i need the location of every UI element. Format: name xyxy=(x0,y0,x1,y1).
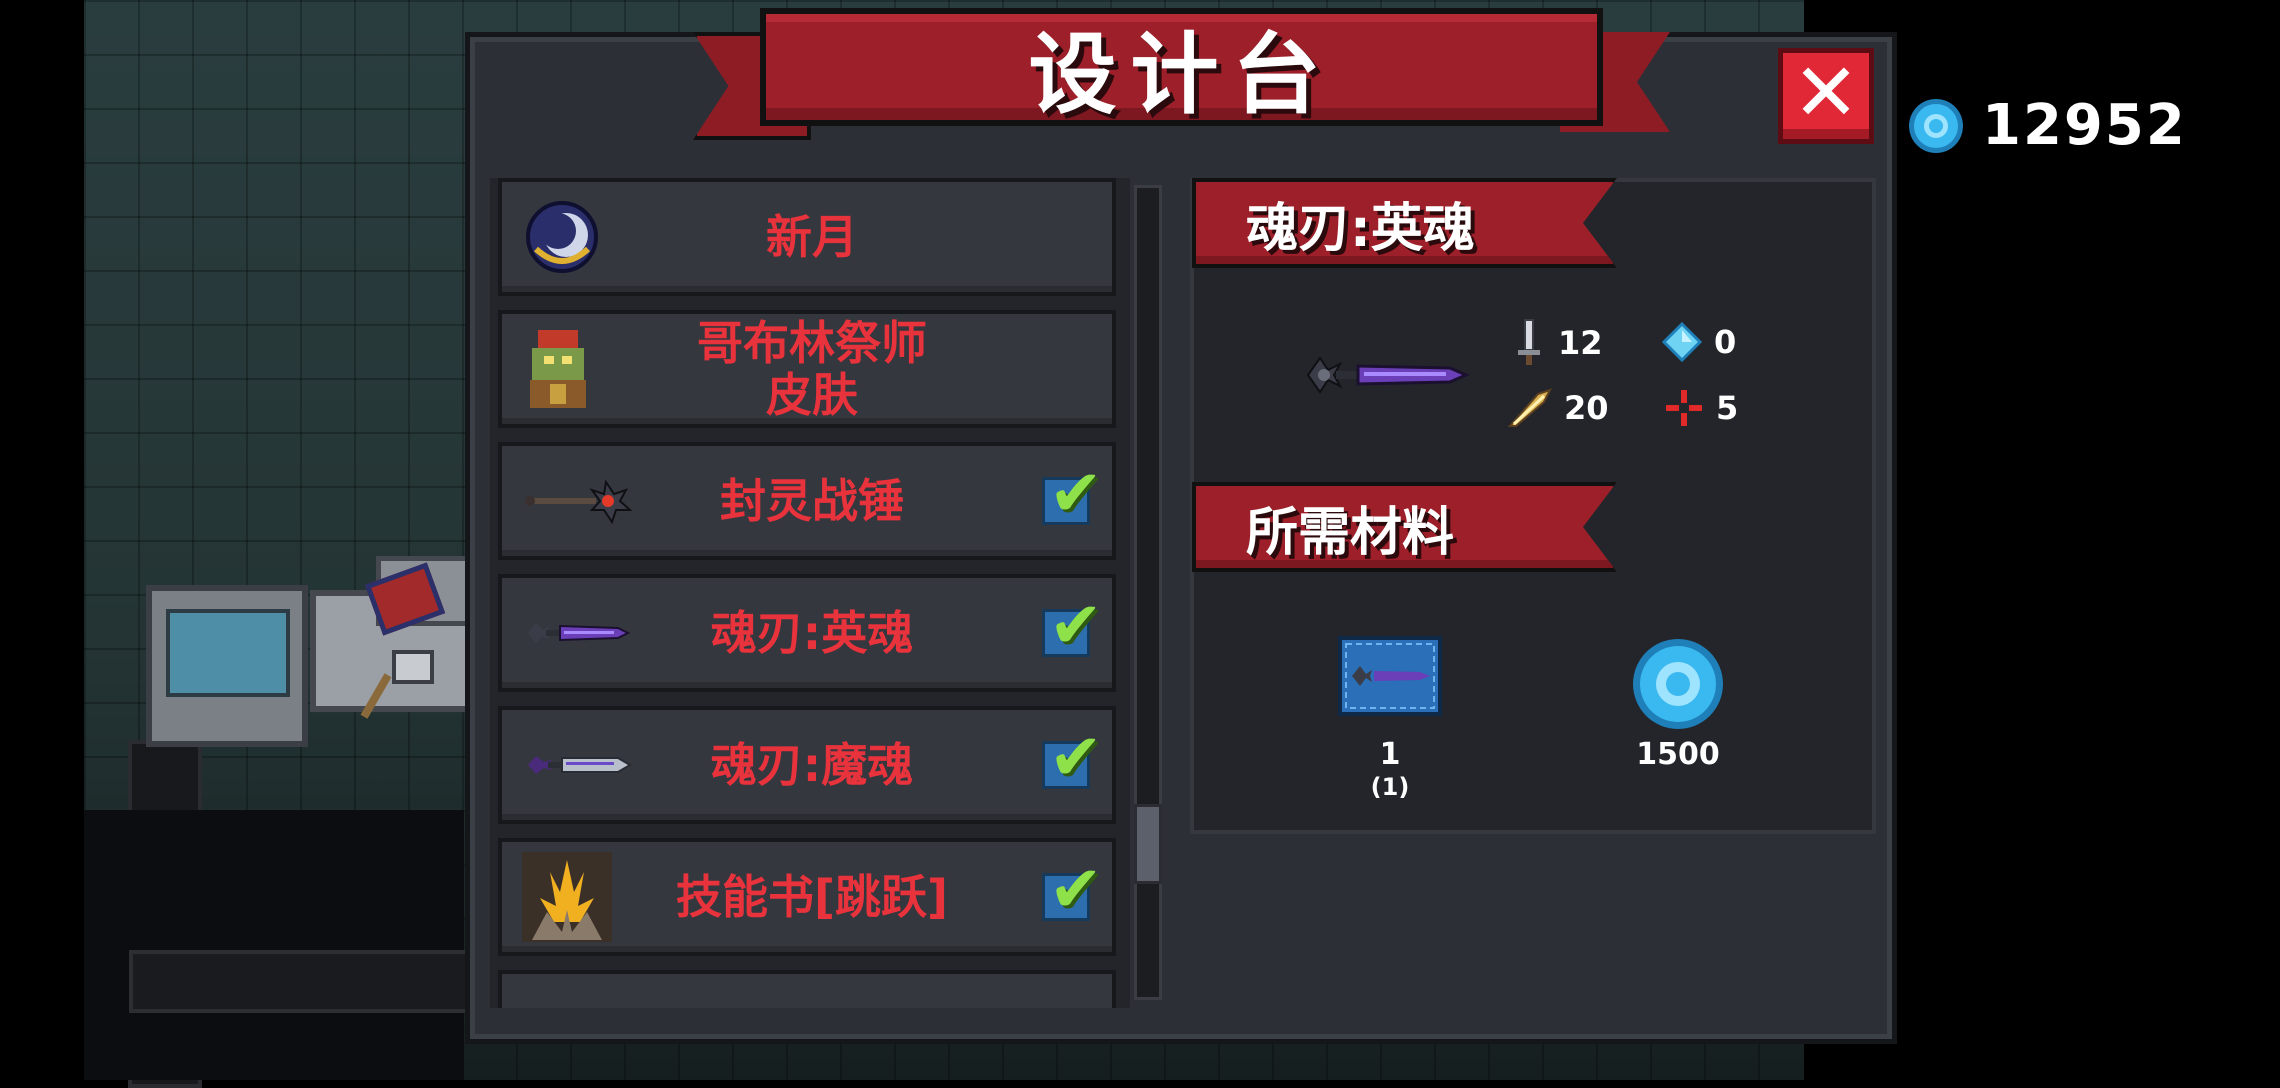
attack-stat: 12 xyxy=(1512,318,1603,368)
list-item[interactable]: 新月 xyxy=(498,178,1116,296)
crosshair-icon xyxy=(1666,390,1702,426)
wall-bottom xyxy=(84,810,472,1080)
item-label: 新月 xyxy=(766,210,858,264)
computer-monitor xyxy=(146,585,308,747)
crit-stat: 20 xyxy=(1508,388,1609,428)
check-icon: ✔ xyxy=(1049,457,1103,531)
page-title: 设计台 xyxy=(1028,22,1335,126)
crit-feather-icon xyxy=(1508,388,1552,427)
wall-ledge xyxy=(129,950,472,1013)
owned-checkbox: ✔ xyxy=(1042,858,1103,922)
goblin-priest-icon xyxy=(530,330,586,408)
energy-stat: 0 xyxy=(1662,322,1736,362)
crescent-moon-icon xyxy=(526,201,598,273)
blueprint-count: 1 xyxy=(1379,737,1401,772)
materials-title: 所需材料 xyxy=(1246,502,1455,563)
energy-value: 0 xyxy=(1714,323,1737,361)
owned-checkbox: ✔ xyxy=(1042,726,1103,790)
item-label: 封灵战锤 xyxy=(720,474,904,528)
close-icon: ✕ xyxy=(1792,46,1860,139)
list-item[interactable]: 魂刃:英魂 ✔ xyxy=(498,574,1116,692)
item-name-ribbon: 魂刃:英魂 xyxy=(1192,178,1617,268)
item-label: 魂刃:魔魂 xyxy=(710,738,914,792)
gem-icon xyxy=(1909,99,1963,153)
item-label: 魂刃:英魂 xyxy=(710,606,914,660)
energy-crystal-icon xyxy=(1662,322,1702,362)
accuracy-value: 5 xyxy=(1716,389,1739,427)
list-item[interactable]: 技能书[跳跃] ✔ xyxy=(498,838,1116,956)
owned-checkbox: ✔ xyxy=(1042,594,1103,658)
item-label: 技能书[跳跃] xyxy=(675,870,949,924)
check-icon: ✔ xyxy=(1049,853,1103,927)
currency-amount: 12952 xyxy=(1982,93,2187,158)
title-banner: 设计台 xyxy=(760,8,1603,126)
materials-ribbon: 所需材料 xyxy=(1192,482,1617,572)
owned-checkbox: ✔ xyxy=(1042,462,1103,526)
skill-book-jump-icon xyxy=(522,852,612,942)
list-item[interactable] xyxy=(498,970,1116,1008)
soul-blade-preview-icon xyxy=(1306,356,1470,394)
accuracy-stat: 5 xyxy=(1664,388,1738,428)
hammer-icon xyxy=(392,650,434,684)
check-icon: ✔ xyxy=(1049,721,1103,795)
list-item[interactable]: 封灵战锤 ✔ xyxy=(498,442,1116,560)
item-label: 哥布林祭师 皮肤 xyxy=(697,316,927,422)
monitor-screen xyxy=(166,609,290,697)
list-item[interactable]: 魂刃:魔魂 ✔ xyxy=(498,706,1116,824)
check-icon: ✔ xyxy=(1049,589,1103,663)
attack-value: 12 xyxy=(1558,324,1603,362)
gem-icon xyxy=(1633,639,1723,729)
item-name: 魂刃:英魂 xyxy=(1246,198,1475,259)
sword-icon xyxy=(1518,319,1540,365)
crit-value: 20 xyxy=(1564,389,1609,427)
scrollbar-thumb[interactable] xyxy=(1134,804,1162,884)
blueprint-icon xyxy=(1338,636,1442,716)
blueprint-list[interactable]: 新月 哥布林祭师 皮肤 封灵战锤 ✔ 魂刃:英魂 ✔ 魂刃:魔魂 ✔ 技能书[跳… xyxy=(490,178,1130,1008)
list-item[interactable]: 哥布林祭师 皮肤 xyxy=(498,310,1116,428)
blueprint-owned: (1) xyxy=(1370,773,1410,801)
close-button[interactable]: ✕ xyxy=(1778,48,1874,144)
gem-cost: 1500 xyxy=(1636,737,1720,772)
